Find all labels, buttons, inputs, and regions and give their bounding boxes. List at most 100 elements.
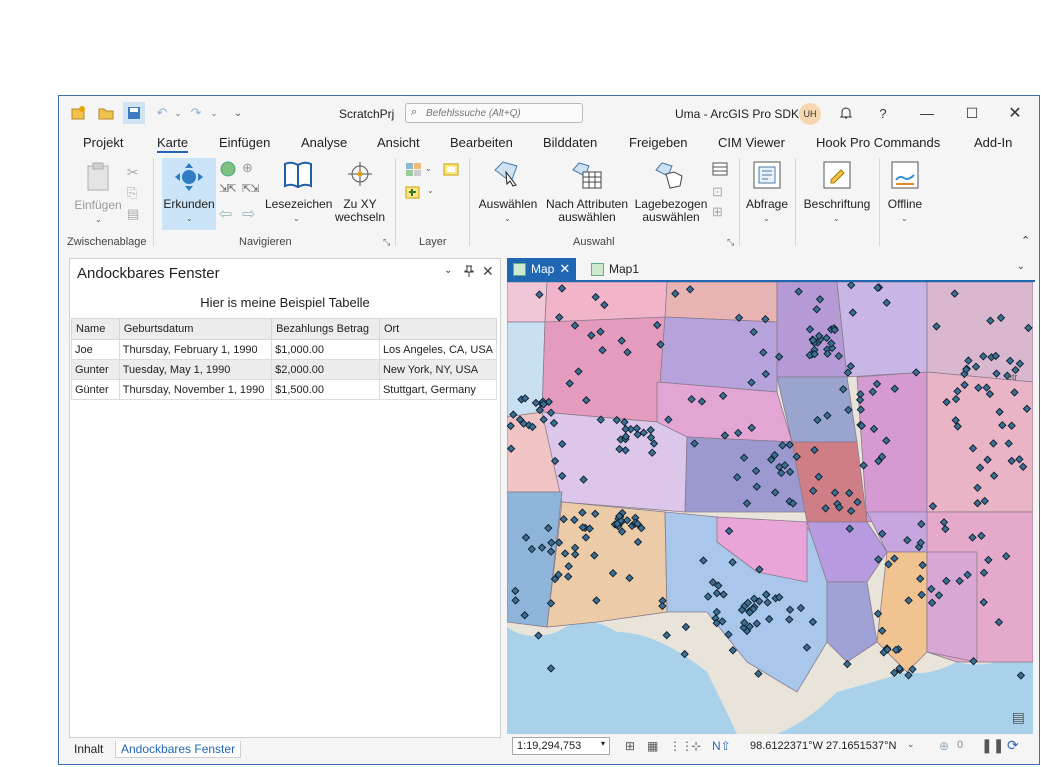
pin-icon[interactable] xyxy=(464,265,474,280)
tab-bearbeiten[interactable]: Bearbeiten xyxy=(450,135,513,150)
notifications-bell-icon[interactable] xyxy=(833,102,859,124)
cell-city[interactable]: Los Angeles, CA, USA xyxy=(378,339,498,360)
add-data-icon[interactable] xyxy=(405,184,421,203)
map-grid-icon[interactable]: ⊞ xyxy=(625,739,635,753)
north-arrow-icon[interactable]: N⇧ xyxy=(712,739,731,753)
cell-payment[interactable]: $1,000.00 xyxy=(271,339,380,360)
paste-button[interactable]: Einfügen ⌄ xyxy=(73,162,123,224)
add-preset-icon[interactable] xyxy=(443,162,459,181)
add-data-dropdown-icon[interactable]: ⌄ xyxy=(427,186,434,195)
redo-icon[interactable]: ↷ xyxy=(187,104,205,122)
cell-payment[interactable]: $2,000.00 xyxy=(271,359,380,380)
bookmarks-button[interactable]: Lesezeichen ⌄ xyxy=(265,160,332,226)
copy-path-icon[interactable]: ▤ xyxy=(127,206,139,222)
map-view[interactable]: etr ▤ xyxy=(507,282,1033,734)
close-icon[interactable]: ✕ xyxy=(1002,102,1028,124)
map-tools-icon[interactable]: ▤ xyxy=(1012,709,1025,726)
refresh-icon[interactable]: ⟳ xyxy=(1007,737,1019,754)
column-header-city[interactable]: Ort xyxy=(378,318,498,340)
clear-selection-icon[interactable]: ⊡ xyxy=(712,184,723,200)
snapping-icon[interactable]: ⋮⋮ xyxy=(669,739,693,753)
tab-cim-viewer[interactable]: CIM Viewer xyxy=(718,135,785,150)
map-canvas[interactable]: etr xyxy=(507,282,1033,734)
cell-birthdate[interactable]: Tuesday, May 1, 1990 xyxy=(118,359,273,380)
basemap-dropdown-icon[interactable]: ⌄ xyxy=(425,164,432,173)
map-tabs-chevron-icon[interactable]: ⌄ xyxy=(1017,261,1025,272)
zoom-to-selection-icon[interactable]: ⊕ xyxy=(242,160,253,176)
column-header-birthdate[interactable]: Geburtsdatum xyxy=(118,318,273,340)
cell-name[interactable]: Joe xyxy=(71,339,120,360)
cell-birthdate[interactable]: Thursday, November 1, 1990 xyxy=(118,379,273,400)
data-grid[interactable]: Name Geburtsdatum Bezahlungs Betrag Ort … xyxy=(71,318,498,400)
navigate-launcher-icon[interactable]: ⤡ xyxy=(383,237,390,248)
customize-quick-access-icon[interactable]: ⌄ xyxy=(229,104,247,122)
labeling-button[interactable]: Beschriftung ⌄ xyxy=(799,160,875,226)
tab-freigeben[interactable]: Freigeben xyxy=(629,135,688,150)
avatar[interactable]: UH xyxy=(799,103,821,125)
scale-selector[interactable]: 1:19,294,753 ▾ xyxy=(512,737,610,755)
command-search[interactable]: ⌕ xyxy=(405,103,583,123)
coordinates-dropdown-icon[interactable]: ⌄ xyxy=(907,739,915,750)
close-pane-icon[interactable]: ✕ xyxy=(482,263,494,280)
tab-bilddaten[interactable]: Bilddaten xyxy=(543,135,597,150)
open-project-icon[interactable] xyxy=(97,104,115,122)
tab-dock-pane[interactable]: Andockbares Fenster xyxy=(115,741,242,758)
pause-drawing-icon[interactable]: ❚❚ xyxy=(981,737,1004,754)
constraints-icon[interactable]: ⊹ xyxy=(691,739,701,753)
column-header-name[interactable]: Name xyxy=(71,318,120,340)
tab-hook-pro-commands[interactable]: Hook Pro Commands xyxy=(816,135,940,150)
tab-projekt[interactable]: Projekt xyxy=(83,135,123,150)
save-project-icon[interactable] xyxy=(123,102,145,124)
tab-add-in[interactable]: Add-In xyxy=(974,135,1012,150)
explore-button[interactable]: Erkunden ⌄ xyxy=(162,158,216,230)
offline-button[interactable]: Offline ⌄ xyxy=(881,160,929,226)
selected-features-icon[interactable]: ⊕ xyxy=(939,739,949,753)
cell-payment[interactable]: $1,500.00 xyxy=(271,379,380,400)
help-button[interactable]: ? xyxy=(870,102,896,124)
cell-birthdate[interactable]: Thursday, February 1, 1990 xyxy=(118,339,273,360)
cell-name[interactable]: Günter xyxy=(71,379,120,400)
select-by-location-button[interactable]: Lagebezogen auswählen xyxy=(634,160,708,226)
next-extent-icon[interactable]: ⇨ xyxy=(242,204,255,224)
attributes-table-icon[interactable] xyxy=(712,162,728,179)
tab-einfuegen[interactable]: Einfügen xyxy=(219,135,270,150)
copy-icon[interactable]: ⎘ xyxy=(127,185,137,201)
fixed-zoom-in-icon[interactable]: ⇲⇱ xyxy=(219,182,236,195)
cell-name[interactable]: Gunter xyxy=(71,359,120,380)
cut-icon[interactable]: ✂ xyxy=(127,164,139,181)
table-row[interactable]: Joe Thursday, February 1, 1990 $1,000.00… xyxy=(71,339,498,360)
cell-city[interactable]: Stuttgart, Germany xyxy=(378,379,498,400)
pane-options-chevron-icon[interactable]: ⌄ xyxy=(444,265,452,276)
tab-karte[interactable]: Karte xyxy=(157,135,189,153)
query-button[interactable]: Abfrage ⌄ xyxy=(743,160,791,226)
tab-ansicht[interactable]: Ansicht xyxy=(377,135,420,150)
tab-map[interactable]: Map ✕ xyxy=(507,258,577,280)
basemap-icon[interactable] xyxy=(405,162,423,181)
table-row[interactable]: Gunter Tuesday, May 1, 1990 $2,000.00 Ne… xyxy=(71,359,498,380)
cell-city[interactable]: New York, NY, USA xyxy=(378,359,498,380)
scale-dropdown-icon[interactable]: ▾ xyxy=(601,739,605,748)
collapse-ribbon-icon[interactable]: ⌃ xyxy=(1021,234,1030,247)
select-by-attributes-button[interactable]: Nach Attributen auswählen xyxy=(543,160,631,226)
previous-extent-icon[interactable]: ⇦ xyxy=(219,204,232,224)
new-project-icon[interactable] xyxy=(69,104,87,122)
command-search-input[interactable] xyxy=(426,105,576,121)
select-button[interactable]: Auswählen ⌄ xyxy=(477,160,539,226)
tab-analyse[interactable]: Analyse xyxy=(301,135,347,150)
redo-dropdown-icon[interactable]: ⌄ xyxy=(205,104,223,122)
minimize-icon[interactable]: — xyxy=(914,102,940,124)
undo-dropdown-icon[interactable]: ⌄ xyxy=(169,104,187,122)
table-grid-icon[interactable]: ▦ xyxy=(647,739,658,753)
close-map-tab-icon[interactable]: ✕ xyxy=(559,261,570,277)
column-header-payment[interactable]: Bezahlungs Betrag xyxy=(271,318,380,340)
full-extent-icon[interactable] xyxy=(219,160,237,181)
coordinate-readout: 98.6122371°W 27.1651537°N xyxy=(750,740,897,752)
tab-contents[interactable]: Inhalt xyxy=(69,741,108,757)
table-row[interactable]: Günter Thursday, November 1, 1990 $1,500… xyxy=(71,379,498,400)
maximize-icon[interactable]: ☐ xyxy=(959,102,985,124)
selection-launcher-icon[interactable]: ⤡ xyxy=(727,237,734,248)
goto-xy-button[interactable]: Zu XY wechseln xyxy=(333,160,387,226)
tab-map1[interactable]: Map1 xyxy=(585,258,645,280)
zoom-to-selected-icon[interactable]: ⊞ xyxy=(712,204,723,220)
fixed-zoom-out-icon[interactable]: ⇱⇲ xyxy=(242,182,259,195)
